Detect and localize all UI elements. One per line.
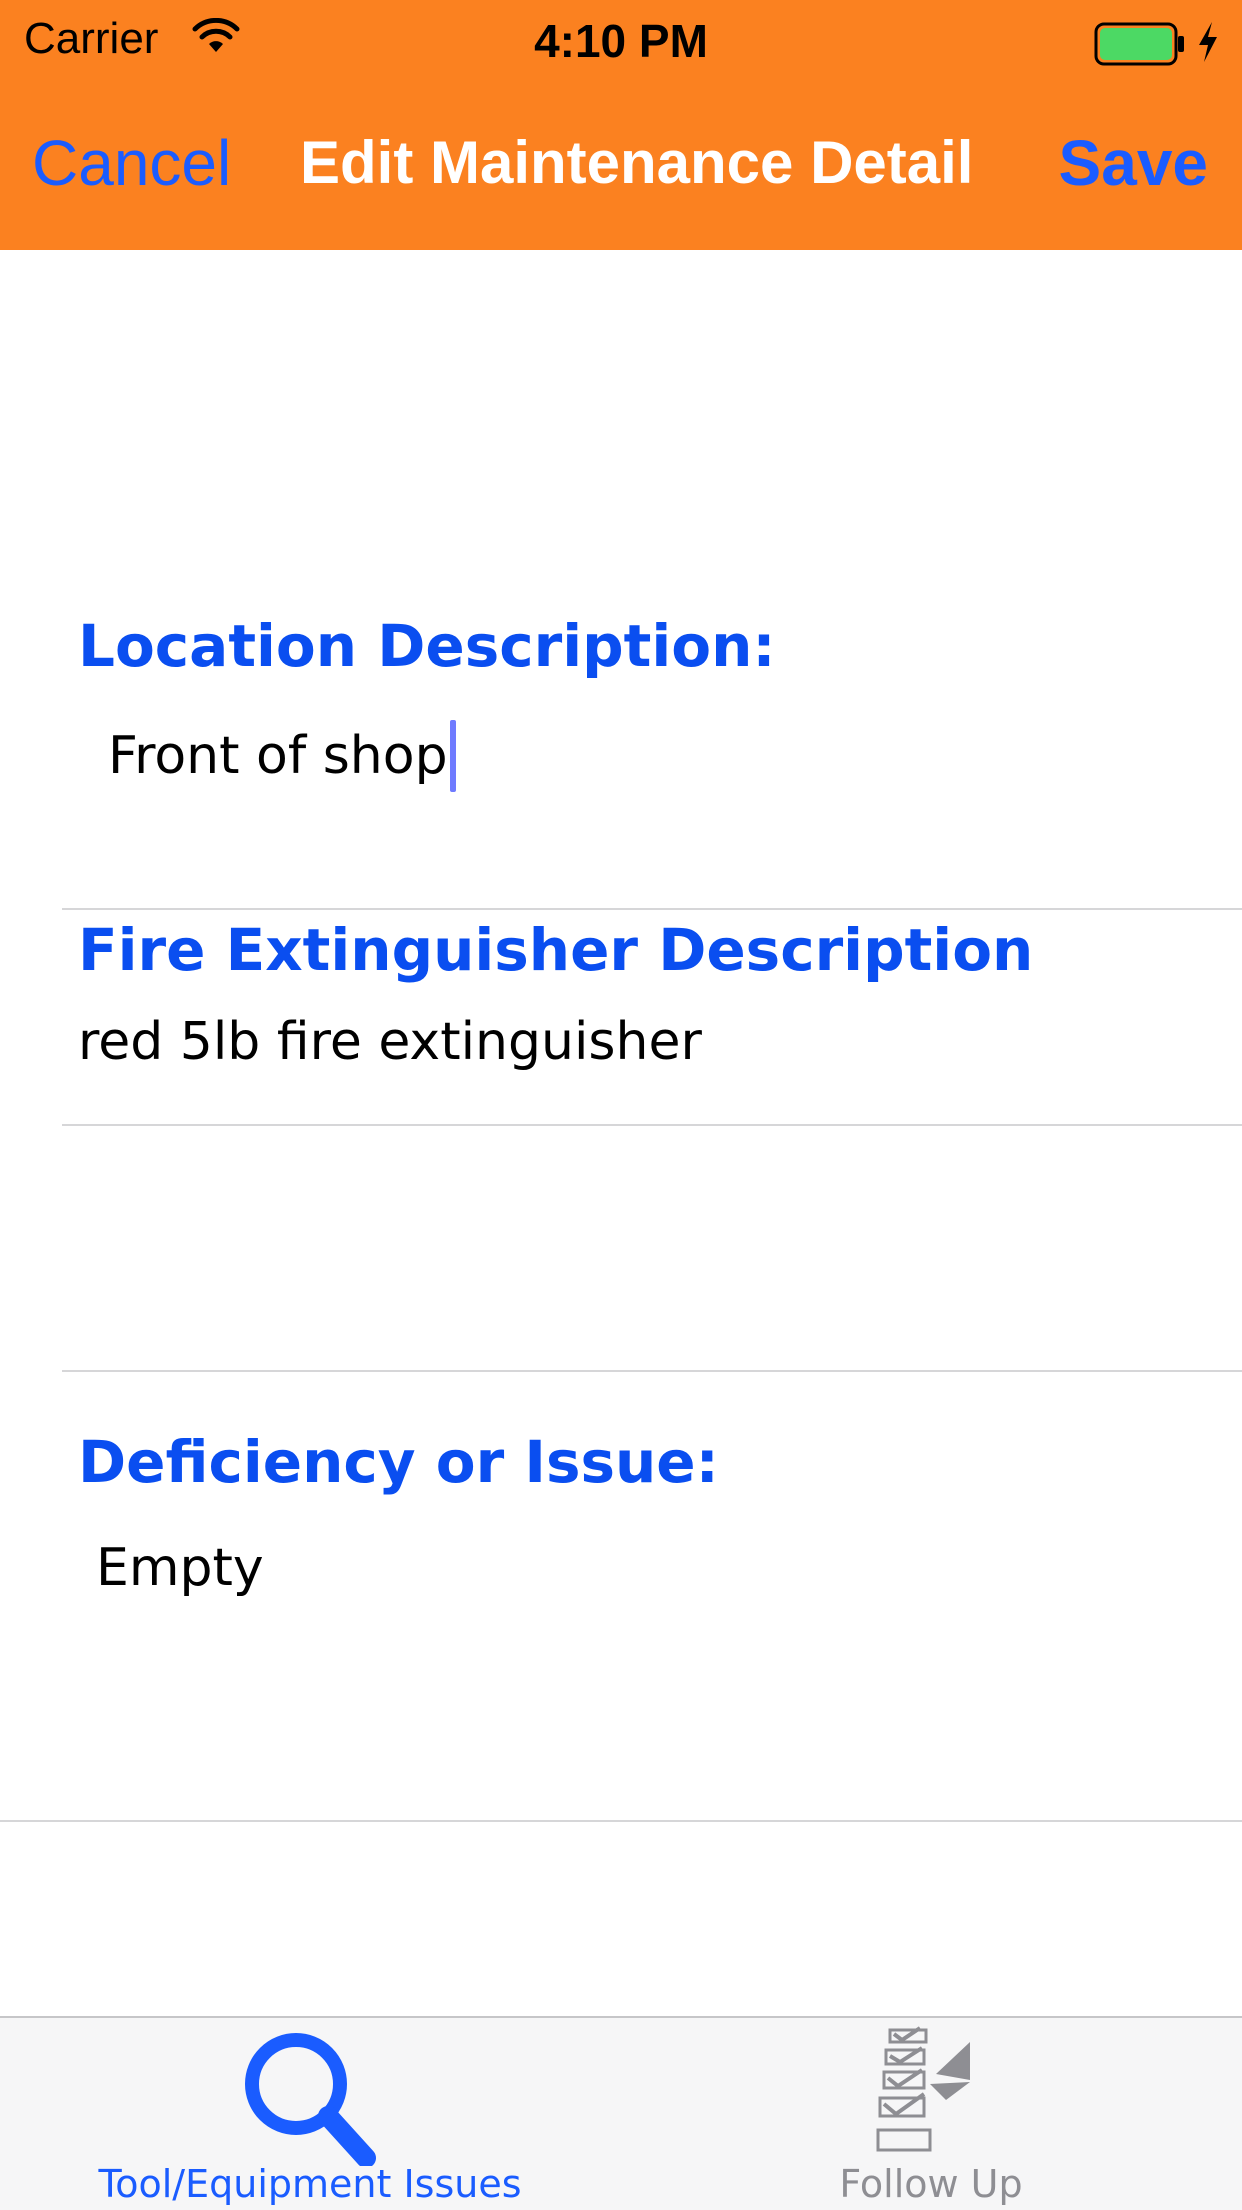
status-bar: Carrier 4:10 PM	[0, 0, 1242, 84]
status-time: 4:10 PM	[534, 15, 708, 67]
tab-label-tool-equipment-issues: Tool/Equipment Issues	[98, 2162, 522, 2206]
location-description-field[interactable]: Front of shop	[108, 720, 456, 792]
deficiency-issue-label: Deficiency or Issue:	[78, 1428, 719, 1496]
deficiency-issue-field[interactable]: Empty	[96, 1538, 264, 1598]
battery-full-icon	[1094, 22, 1186, 70]
checklist-icon	[870, 2022, 1000, 2166]
text-cursor	[449, 720, 456, 792]
tab-follow-up[interactable]: Follow Up	[620, 2018, 1242, 2210]
magnifier-icon	[238, 2026, 378, 2170]
navigation-bar: Cancel Edit Maintenance Detail Save	[0, 84, 1242, 250]
tab-label-follow-up: Follow Up	[839, 2162, 1023, 2206]
fire-extinguisher-description-label: Fire Extinguisher Description	[78, 916, 1034, 984]
divider	[0, 1820, 1242, 1822]
divider	[62, 908, 1242, 910]
divider	[62, 1370, 1242, 1372]
charging-bolt-icon	[1196, 20, 1220, 68]
header-bar: Carrier 4:10 PM Cancel Edit Maintenance …	[0, 0, 1242, 250]
location-description-value: Front of shop	[108, 726, 448, 786]
divider	[62, 1124, 1242, 1126]
tab-bar: Tool/Equipment Issues Follow Up	[0, 2016, 1242, 2210]
cancel-button[interactable]: Cancel	[32, 126, 231, 200]
save-button[interactable]: Save	[1059, 126, 1208, 200]
fire-extinguisher-description-value: red 5lb fire extinguisher	[78, 1012, 702, 1072]
page-title: Edit Maintenance Detail	[300, 129, 974, 196]
location-description-label: Location Description:	[78, 612, 776, 680]
tab-tool-equipment-issues[interactable]: Tool/Equipment Issues	[0, 2018, 620, 2210]
